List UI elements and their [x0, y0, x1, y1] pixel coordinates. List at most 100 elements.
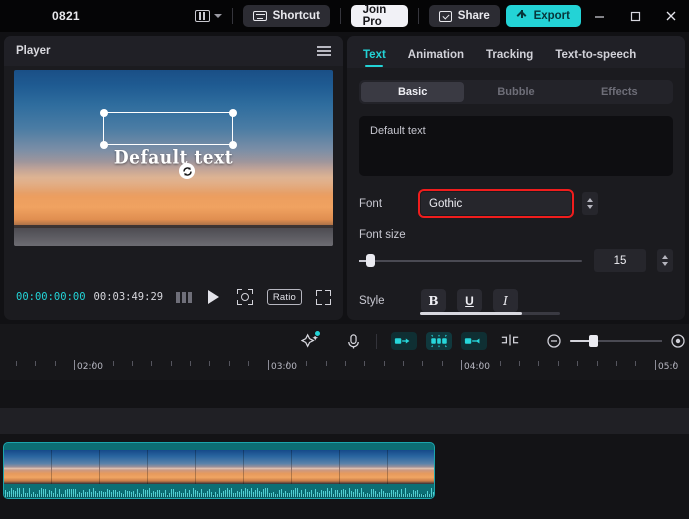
ruler-tick [112, 361, 114, 366]
style-label: Style [359, 294, 385, 307]
waveform-bar [123, 493, 124, 497]
ruler-tick-major [461, 360, 462, 370]
waveform-bar [95, 490, 96, 497]
resize-handle-bottom-right[interactable] [228, 140, 237, 149]
font-label: Font [359, 197, 383, 210]
zoom-fit-icon[interactable] [670, 333, 686, 349]
waveform-bar [323, 491, 324, 497]
slider-knob[interactable] [366, 254, 375, 267]
text-input-area[interactable]: Default text [359, 116, 673, 176]
font-size-slider[interactable] [359, 254, 582, 268]
clip-thumbnail [148, 450, 196, 486]
waveform-bar [213, 494, 214, 497]
waveform-bar [69, 488, 70, 497]
bold-button[interactable]: B [421, 289, 446, 312]
zoom-knob[interactable] [589, 335, 598, 347]
microphone-icon[interactable] [344, 332, 362, 350]
segment-effects[interactable]: Effects [568, 82, 671, 102]
waveform-bar [127, 490, 128, 497]
crop-icon[interactable] [236, 289, 253, 305]
zoom-slider[interactable] [570, 335, 662, 347]
waveform-bar [383, 491, 384, 497]
waveform-bar [289, 493, 290, 497]
zoom-out-icon[interactable] [546, 333, 562, 349]
waveform-bar [101, 490, 102, 497]
waveform-bar [141, 493, 142, 497]
waveform-bar [161, 492, 162, 497]
waveform-bar [103, 491, 104, 497]
tab-text-to-speech[interactable]: Text-to-speech [555, 49, 636, 68]
waveform-bar [45, 489, 46, 497]
transition-both-icon[interactable] [426, 332, 452, 350]
resize-handle-top-left[interactable] [99, 108, 108, 117]
waveform-bar [157, 490, 158, 497]
timeline-ruler[interactable]: 02:00 03:00 04:00 05:0 [0, 358, 689, 380]
waveform-bar [187, 492, 188, 497]
font-size-stepper[interactable] [657, 249, 673, 272]
video-editor-window: 0821 Shortcut Join Pro Share Export Play… [0, 0, 689, 519]
segment-basic[interactable]: Basic [361, 82, 465, 102]
frames-icon[interactable] [176, 291, 193, 303]
player-header: Player [4, 36, 343, 66]
stepper-up-icon [587, 198, 593, 202]
font-input[interactable]: Gothic [417, 188, 575, 219]
waveform-bar [265, 488, 266, 497]
video-preview[interactable]: Default text [14, 70, 333, 246]
waveform-bar [167, 494, 168, 497]
waveform-bar [411, 493, 412, 497]
waveform-bar [199, 493, 200, 497]
shortcut-button[interactable]: Shortcut [242, 5, 330, 27]
hamburger-icon[interactable] [317, 45, 331, 57]
transition-out-icon[interactable] [461, 332, 487, 350]
waveform-bar [399, 493, 400, 497]
waveform-bar [357, 489, 358, 497]
waveform-bar [33, 491, 34, 497]
fullscreen-icon[interactable] [316, 289, 331, 305]
waveform-bar [137, 489, 138, 497]
italic-button[interactable]: I [493, 289, 518, 312]
resize-handle-bottom-left[interactable] [99, 140, 108, 149]
layout-grid-icon[interactable] [194, 10, 222, 22]
waveform-bar [393, 490, 394, 497]
waveform-bar [395, 492, 396, 497]
auto-enhance-icon[interactable] [300, 330, 321, 351]
divider [376, 333, 377, 349]
waveform-bar [339, 493, 340, 497]
close-button[interactable] [653, 0, 689, 32]
waveform-bar [107, 488, 108, 497]
segment-bubble[interactable]: Bubble [464, 82, 567, 102]
waveform-bar [201, 488, 202, 497]
waveform-bar [243, 491, 244, 497]
waveform-bar [37, 494, 38, 497]
join-pro-button[interactable]: Join Pro [350, 4, 409, 28]
waveform-bar [293, 490, 294, 497]
clip-audio-waveform [4, 484, 434, 498]
ruler-tick [635, 361, 637, 366]
font-size-input[interactable]: 15 [594, 249, 646, 272]
ratio-button[interactable]: Ratio [266, 289, 302, 305]
share-button[interactable]: Share [428, 5, 500, 27]
waveform-bar [255, 490, 256, 497]
waveform-bar [295, 488, 296, 497]
minimize-button[interactable] [581, 0, 617, 32]
font-stepper[interactable] [582, 192, 598, 215]
play-button[interactable] [208, 290, 220, 304]
slider-track [359, 259, 582, 262]
rotate-icon[interactable] [179, 163, 195, 179]
waveform-bar [405, 487, 406, 497]
maximize-button[interactable] [617, 0, 653, 32]
waveform-bar [325, 490, 326, 497]
tab-tracking[interactable]: Tracking [486, 49, 533, 68]
tab-animation[interactable]: Animation [408, 49, 464, 68]
waveform-bar [317, 492, 318, 497]
transition-in-icon[interactable] [391, 332, 417, 350]
export-button[interactable]: Export [505, 5, 581, 27]
resize-handle-top-right[interactable] [228, 108, 237, 117]
text-selection-box[interactable] [99, 108, 237, 149]
panel-scrollbar[interactable] [420, 312, 560, 315]
tab-text[interactable]: Text [363, 49, 386, 68]
video-clip[interactable] [3, 442, 435, 499]
split-clip-icon[interactable] [500, 333, 520, 349]
underline-button[interactable]: U [457, 289, 482, 312]
waveform-bar [25, 493, 26, 497]
